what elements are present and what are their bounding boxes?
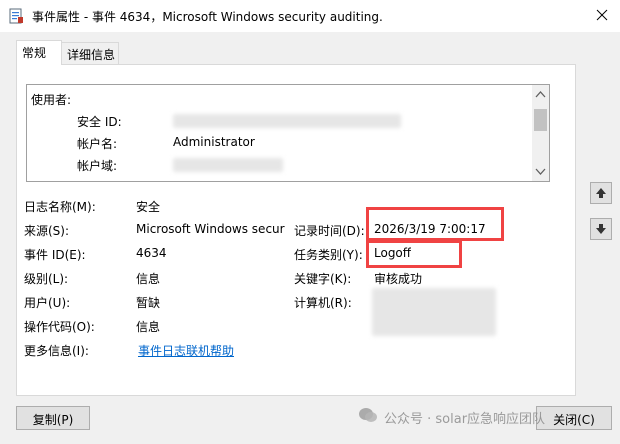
opcode-label: 操作代码(O): — [24, 320, 95, 334]
redacted-computer-name — [372, 288, 496, 336]
more-info-label: 更多信息(I): — [24, 344, 89, 358]
account-name-label: 帐户名: — [77, 137, 118, 151]
task-category-label: 任务类别(Y): — [294, 248, 363, 262]
close-button[interactable]: 关闭(C) — [536, 406, 612, 430]
opcode-value: 信息 — [136, 320, 161, 334]
logged-label: 记录时间(D): — [294, 224, 365, 238]
keywords-label: 关键字(K): — [294, 272, 352, 286]
security-id-label: 安全 ID: — [77, 115, 122, 129]
computer-label: 计算机(R): — [294, 296, 352, 310]
event-id-label: 事件 ID(E): — [24, 248, 86, 262]
tab-general-label: 常规 — [22, 46, 47, 60]
close-button-label: 关闭(C) — [553, 413, 595, 427]
description-heading: 使用者: — [31, 93, 72, 107]
close-icon — [596, 9, 608, 21]
redacted-account-domain — [173, 158, 283, 172]
next-event-button[interactable] — [590, 218, 612, 240]
user-value: 暂缺 — [136, 296, 161, 310]
watermark-text: 公众号 · solar应急响应团队 — [384, 412, 546, 427]
account-domain-label: 帐户域: — [77, 159, 118, 173]
source-value: Microsoft Windows secur — [136, 222, 285, 236]
scrollbar-thumb[interactable] — [534, 109, 547, 131]
source-label: 来源(S): — [24, 224, 70, 238]
logged-time-highlight — [366, 207, 504, 241]
scroll-up-icon[interactable] — [535, 89, 546, 101]
description-scrollbar[interactable] — [532, 85, 549, 181]
account-name-value: Administrator — [173, 135, 255, 149]
wechat-icon — [359, 408, 377, 422]
log-name-value: 安全 — [136, 200, 161, 214]
event-properties-icon — [8, 8, 24, 24]
keywords-value: 审核成功 — [374, 272, 423, 286]
title-bar[interactable]: 事件属性 - 事件 4634，Microsoft Windows securit… — [0, 0, 620, 32]
arrow-up-icon — [596, 188, 606, 198]
previous-event-button[interactable] — [590, 182, 612, 204]
task-category-highlight — [366, 240, 462, 268]
event-properties-window: 事件属性 - 事件 4634，Microsoft Windows securit… — [0, 0, 620, 444]
event-id-value: 4634 — [136, 246, 167, 260]
tab-general[interactable]: 常规 — [16, 40, 62, 65]
event-log-online-help-link[interactable]: 事件日志联机帮助 — [138, 342, 234, 359]
redacted-security-id — [173, 114, 401, 128]
arrow-down-icon — [596, 224, 606, 234]
copy-button[interactable]: 复制(P) — [16, 406, 90, 430]
close-window-button[interactable] — [590, 0, 620, 32]
level-value: 信息 — [136, 272, 161, 286]
event-description-box[interactable]: 使用者: 安全 ID: 帐户名: Administrator 帐户域: — [26, 84, 550, 182]
copy-button-label: 复制(P) — [32, 413, 74, 427]
tab-details-label: 详细信息 — [67, 48, 116, 62]
log-name-label: 日志名称(M): — [24, 200, 96, 214]
user-label: 用户(U): — [24, 296, 71, 310]
scroll-down-icon[interactable] — [535, 165, 546, 177]
level-label: 级别(L): — [24, 272, 69, 286]
tab-details[interactable]: 详细信息 — [61, 42, 119, 64]
window-title: 事件属性 - 事件 4634，Microsoft Windows securit… — [32, 10, 383, 24]
